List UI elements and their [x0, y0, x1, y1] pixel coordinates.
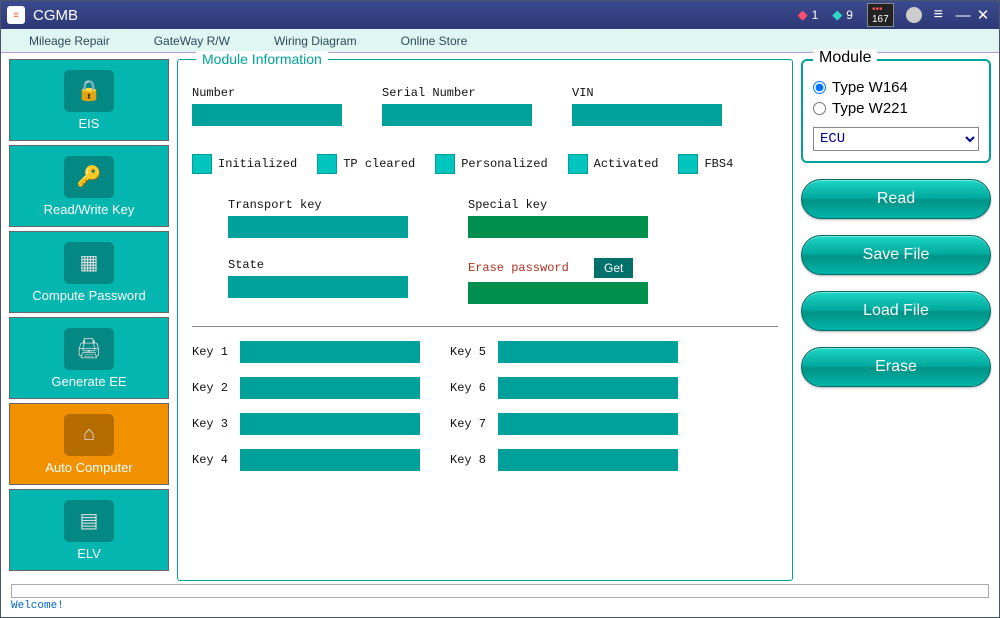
panel-title: Module Information	[196, 51, 328, 67]
state-label: State	[228, 258, 408, 272]
module-select[interactable]: ECU	[813, 127, 979, 151]
read-button[interactable]: Read	[801, 179, 991, 219]
sidebar-item-auto-computer[interactable]: ⌂ Auto Computer	[9, 403, 169, 485]
key-icon: 🔑	[64, 156, 114, 198]
gem-green-icon: ◆	[832, 7, 842, 23]
checkbox-icon	[317, 154, 337, 174]
flag-activated[interactable]: Activated	[568, 154, 659, 174]
get-button[interactable]: Get	[594, 258, 633, 278]
flag-fbs4[interactable]: FBS4	[678, 154, 733, 174]
key5-field[interactable]	[498, 341, 678, 363]
state-field[interactable]	[228, 276, 408, 298]
erase-button[interactable]: Erase	[801, 347, 991, 387]
key8-field[interactable]	[498, 449, 678, 471]
gem-green-count: 9	[846, 8, 853, 22]
flag-personalized[interactable]: Personalized	[435, 154, 547, 174]
menu-mileage-repair[interactable]: Mileage Repair	[7, 34, 132, 48]
gem-red-count: 1	[812, 8, 819, 22]
flag-tp-cleared[interactable]: TP cleared	[317, 154, 415, 174]
serial-number-field[interactable]	[382, 104, 532, 126]
menu-online-store[interactable]: Online Store	[379, 34, 490, 48]
key5-label: Key 5	[450, 345, 498, 359]
gem-red-icon: ◆	[798, 7, 808, 23]
sidebar-item-label: EIS	[79, 116, 100, 131]
key1-field[interactable]	[240, 341, 420, 363]
serial-number-label: Serial Number	[382, 86, 532, 100]
sidebar-item-eis[interactable]: 🔒 EIS	[9, 59, 169, 141]
sidebar-item-elv[interactable]: ▤ ELV	[9, 489, 169, 571]
module-title: Module	[813, 49, 877, 67]
status-text: Welcome!	[11, 600, 989, 612]
save-file-button[interactable]: Save File	[801, 235, 991, 275]
checkbox-icon	[568, 154, 588, 174]
titlebar: ≡ CGMB ◆ 1 ◆ 9 ••• 167 ≡ — ✕	[1, 1, 999, 29]
minimize-button[interactable]: —	[953, 7, 973, 24]
chip-icon: ▦	[64, 242, 114, 284]
menu-gateway-rw[interactable]: GateWay R/W	[132, 34, 252, 48]
key6-field[interactable]	[498, 377, 678, 399]
status-bar: Welcome!	[1, 583, 999, 613]
key4-field[interactable]	[240, 449, 420, 471]
close-button[interactable]: ✕	[973, 6, 993, 24]
checkbox-icon	[678, 154, 698, 174]
number-field[interactable]	[192, 104, 342, 126]
key8-label: Key 8	[450, 453, 498, 467]
calendar-badge[interactable]: ••• 167	[867, 3, 894, 27]
transport-key-label: Transport key	[228, 198, 408, 212]
app-title: CGMB	[33, 7, 78, 24]
printer-icon: 🖨	[64, 328, 114, 370]
key7-field[interactable]	[498, 413, 678, 435]
key2-field[interactable]	[240, 377, 420, 399]
right-panel: Module Type W164 Type W221 ECU Read Save…	[801, 59, 991, 581]
module-box: Module Type W164 Type W221 ECU	[801, 59, 991, 163]
gem-green-stat: ◆ 9	[832, 7, 853, 23]
transport-key-field[interactable]	[228, 216, 408, 238]
special-key-field[interactable]	[468, 216, 648, 238]
vin-label: VIN	[572, 86, 722, 100]
vin-field[interactable]	[572, 104, 722, 126]
key1-label: Key 1	[192, 345, 240, 359]
radio-type-w221[interactable]: Type W221	[813, 100, 979, 117]
checkbox-icon	[435, 154, 455, 174]
load-file-button[interactable]: Load File	[801, 291, 991, 331]
key6-label: Key 6	[450, 381, 498, 395]
sidebar-item-compute-password[interactable]: ▦ Compute Password	[9, 231, 169, 313]
board-icon: ▤	[64, 500, 114, 542]
checkbox-icon	[192, 154, 212, 174]
key3-field[interactable]	[240, 413, 420, 435]
key2-label: Key 2	[192, 381, 240, 395]
sidebar-item-label: Generate EE	[51, 374, 126, 389]
app-logo-icon: ≡	[7, 6, 25, 24]
divider	[192, 326, 778, 327]
sidebar: 🔒 EIS 🔑 Read/Write Key ▦ Compute Passwor…	[9, 59, 169, 581]
sidebar-item-label: Auto Computer	[45, 460, 132, 475]
erase-password-field[interactable]	[468, 282, 648, 304]
sidebar-item-label: ELV	[77, 546, 101, 561]
gem-red-stat: ◆ 1	[798, 7, 819, 23]
key3-label: Key 3	[192, 417, 240, 431]
sidebar-item-label: Read/Write Key	[44, 202, 135, 217]
progress-bar	[11, 584, 989, 598]
special-key-label: Special key	[468, 198, 648, 212]
sidebar-item-read-write-key[interactable]: 🔑 Read/Write Key	[9, 145, 169, 227]
ecu-icon: ⌂	[64, 414, 114, 456]
key7-label: Key 7	[450, 417, 498, 431]
radio-type-w164[interactable]: Type W164	[813, 79, 979, 96]
medal-icon[interactable]	[906, 7, 922, 23]
number-label: Number	[192, 86, 342, 100]
erase-password-label: Erase password	[468, 261, 588, 275]
menu-wiring-diagram[interactable]: Wiring Diagram	[252, 34, 379, 48]
module-information-panel: Module Information Number Serial Number …	[177, 59, 793, 581]
menu-hamburger-icon[interactable]: ≡	[934, 6, 943, 24]
key4-label: Key 4	[192, 453, 240, 467]
sidebar-item-label: Compute Password	[32, 288, 145, 303]
flag-initialized[interactable]: Initialized	[192, 154, 297, 174]
eis-icon: 🔒	[64, 70, 114, 112]
sidebar-item-generate-ee[interactable]: 🖨 Generate EE	[9, 317, 169, 399]
